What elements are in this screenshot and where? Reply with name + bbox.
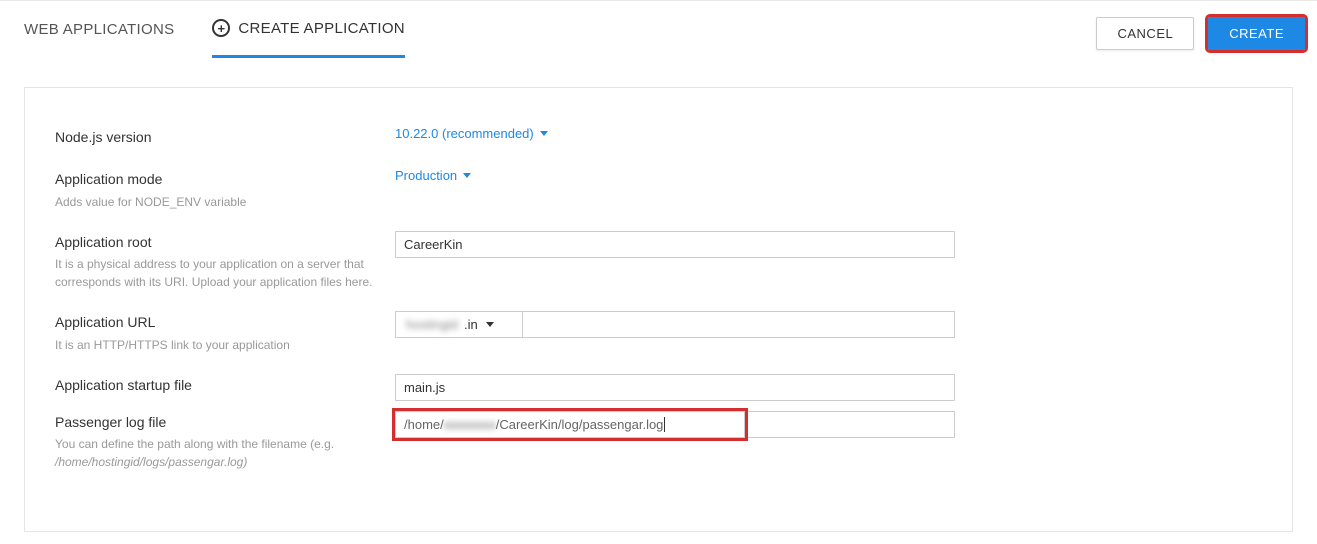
desc-app-url: It is an HTTP/HTTPS link to your applica… <box>55 336 395 354</box>
label-startup-file: Application startup file <box>55 374 395 396</box>
chevron-down-icon <box>540 131 548 136</box>
label-node-version: Node.js version <box>55 126 395 148</box>
row-startup-file: Application startup file <box>55 374 1262 401</box>
tab-web-applications[interactable]: WEB APPLICATIONS <box>24 1 174 57</box>
chevron-down-icon <box>486 322 494 327</box>
desc-app-root: It is a physical address to your applica… <box>55 255 395 291</box>
label-app-url: Application URL <box>55 311 395 333</box>
cancel-button[interactable]: CANCEL <box>1096 17 1194 50</box>
dropdown-node-version[interactable]: 10.22.0 (recommended) <box>395 126 548 141</box>
row-app-root: Application root It is a physical addres… <box>55 231 1262 291</box>
input-log-file[interactable]: /home/xxxxxxxx/CareerKin/log/passengar.l… <box>395 411 745 438</box>
domain-suffix: .in <box>464 317 478 332</box>
plus-circle-icon: + <box>212 19 230 37</box>
desc-app-mode: Adds value for NODE_ENV variable <box>55 193 395 211</box>
dropdown-app-mode[interactable]: Production <box>395 168 471 183</box>
tab-create-application[interactable]: + CREATE APPLICATION <box>212 2 405 58</box>
dropdown-value: Production <box>395 168 457 183</box>
row-app-mode: Application mode Adds value for NODE_ENV… <box>55 168 1262 210</box>
chevron-down-icon <box>463 173 471 178</box>
tab-label: WEB APPLICATIONS <box>24 21 174 38</box>
row-node-version: Node.js version 10.22.0 (recommended) <box>55 126 1262 148</box>
label-app-root: Application root <box>55 231 395 253</box>
input-app-root[interactable] <box>395 231 955 258</box>
create-button[interactable]: CREATE <box>1208 17 1305 50</box>
dropdown-app-url-domain[interactable]: hostingid .in <box>395 311 523 338</box>
input-app-url-path[interactable] <box>523 311 955 338</box>
row-app-url: Application URL It is an HTTP/HTTPS link… <box>55 311 1262 353</box>
label-log-file: Passenger log file <box>55 411 395 433</box>
dropdown-value: 10.22.0 (recommended) <box>395 126 534 141</box>
form-panel: Node.js version 10.22.0 (recommended) Ap… <box>24 87 1293 532</box>
label-app-mode: Application mode <box>55 168 395 190</box>
input-startup-file[interactable] <box>395 374 955 401</box>
header-buttons: CANCEL CREATE <box>1096 17 1305 50</box>
text-cursor <box>664 417 665 432</box>
header-bar: WEB APPLICATIONS + CREATE APPLICATION CA… <box>0 1 1317 57</box>
row-log-file: Passenger log file You can define the pa… <box>55 411 1262 471</box>
domain-masked: hostingid <box>406 317 458 332</box>
tab-list: WEB APPLICATIONS + CREATE APPLICATION <box>24 1 405 57</box>
desc-log-file: You can define the path along with the f… <box>55 435 395 471</box>
tab-label: CREATE APPLICATION <box>238 20 405 37</box>
